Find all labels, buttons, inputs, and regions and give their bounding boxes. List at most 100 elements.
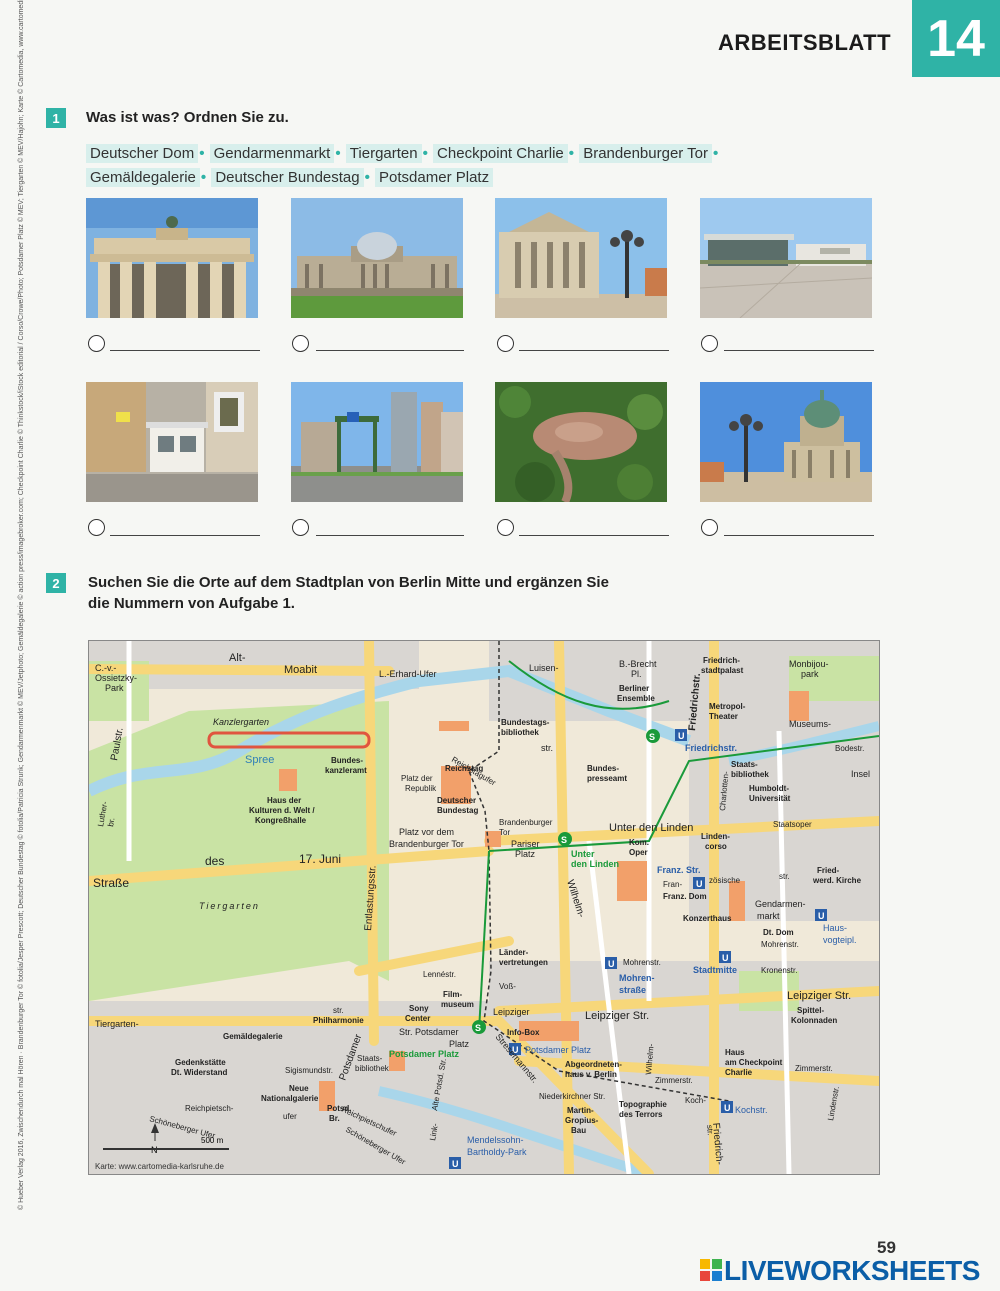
map-label: str. xyxy=(705,1124,715,1135)
map-label: Zimmerstr. xyxy=(655,1076,693,1085)
word-item: Gendarmenmarkt xyxy=(209,144,335,163)
map-label: Humboldt- xyxy=(749,784,789,793)
answer-radio[interactable] xyxy=(88,519,105,536)
word-item: Tiergarten xyxy=(345,144,422,163)
map-label: Topographie xyxy=(619,1100,667,1109)
map-label: Straße xyxy=(93,876,129,890)
svg-text:S: S xyxy=(475,1023,481,1033)
map-label: Zimmerstr. xyxy=(795,1064,833,1073)
answer-line[interactable] xyxy=(316,350,464,351)
svg-text:S: S xyxy=(561,835,567,845)
map-label: Republik xyxy=(405,784,437,793)
svg-text:U: U xyxy=(696,879,703,889)
brandenburger-tor-photo xyxy=(86,198,258,318)
map-label: Spittel- xyxy=(797,1006,824,1015)
brand-name: LIVEWORKSHEETS xyxy=(724,1255,980,1286)
map-label: Neue xyxy=(289,1084,309,1093)
map-label: vertretungen xyxy=(499,958,548,967)
answer-line[interactable] xyxy=(519,350,669,351)
map-label: markt xyxy=(757,911,780,921)
map-label: B.-Brecht xyxy=(619,659,657,669)
map-label: Charlie xyxy=(725,1068,753,1077)
answer-radio[interactable] xyxy=(701,335,718,352)
map-label: Leipziger xyxy=(493,1007,530,1017)
answer-line[interactable] xyxy=(724,535,874,536)
answer-radio[interactable] xyxy=(701,519,718,536)
svg-text:S: S xyxy=(649,732,655,742)
svg-text:U: U xyxy=(722,953,729,963)
map-label: Haus- xyxy=(823,923,847,933)
map-label: Kronenstr. xyxy=(761,966,797,975)
map-label: Voß- xyxy=(499,982,516,991)
map-label: Mohrenstr. xyxy=(623,958,661,967)
answer-radio[interactable] xyxy=(497,335,514,352)
answer-radio[interactable] xyxy=(292,519,309,536)
map-label: Unter xyxy=(571,849,595,859)
answer-radio[interactable] xyxy=(292,335,309,352)
map-label: des xyxy=(205,854,224,868)
map-label: Mohrenstr. xyxy=(761,940,799,949)
map-label: presseamt xyxy=(587,774,627,783)
map-label: Reichpietsch- xyxy=(185,1104,234,1113)
map-label: br. xyxy=(106,817,116,827)
answer-radio[interactable] xyxy=(497,519,514,536)
map-label: Tiergarten- xyxy=(95,1019,139,1029)
map-label: Info-Box xyxy=(507,1028,540,1037)
map-label: Kulturen d. Welt / xyxy=(249,806,315,815)
potsdamer-platz-photo xyxy=(291,382,463,502)
map-label: Brandenburger Tor xyxy=(389,839,464,849)
answer-line[interactable] xyxy=(724,350,874,351)
map-label: Bartholdy-Park xyxy=(467,1147,527,1157)
map-label: Park xyxy=(105,683,124,693)
map-label: Center xyxy=(405,1014,430,1023)
map-label: C.-v.- xyxy=(95,663,116,673)
map-label: Theater xyxy=(709,712,738,721)
svg-text:U: U xyxy=(724,1103,731,1113)
map-label: Tiergarten xyxy=(199,901,260,911)
answer-line[interactable] xyxy=(519,535,669,536)
map-label: Berliner xyxy=(619,684,649,693)
map-label: Gropius- xyxy=(565,1116,599,1125)
map-label: Platz xyxy=(515,849,536,859)
answer-line[interactable] xyxy=(110,535,260,536)
map-label: str. xyxy=(333,1006,344,1015)
map-label: Dt. Dom xyxy=(763,928,794,937)
map-label: am Checkpoint xyxy=(725,1058,783,1067)
answer-line[interactable] xyxy=(316,535,464,536)
map-label: corso xyxy=(705,842,727,851)
map-label: stadtpalast xyxy=(701,666,744,675)
deutscher-dom-photo xyxy=(700,382,872,502)
map-label: Film- xyxy=(443,990,462,999)
map-label: vogteipl. xyxy=(823,935,857,945)
answer-radio[interactable] xyxy=(88,335,105,352)
map-label: Kanzlergarten xyxy=(213,717,269,727)
map-label: Haus xyxy=(725,1048,745,1057)
map-label: bibliothek xyxy=(731,770,769,779)
map-label: Haus der xyxy=(267,796,301,805)
map-label: Potsdamer Platz xyxy=(525,1045,592,1055)
map-label: Dt. Widerstand xyxy=(171,1068,227,1077)
word-item: Checkpoint Charlie xyxy=(433,144,568,163)
map-label: Bundestag xyxy=(437,806,478,815)
map-label: Sony xyxy=(409,1004,429,1013)
map-label: L.-Erhard-Ufer xyxy=(379,669,437,679)
checkpoint-charlie-photo xyxy=(86,382,258,502)
map-label: Koch- xyxy=(685,1096,706,1105)
map-label: museum xyxy=(441,1000,474,1009)
map-label: Deutscher xyxy=(437,796,476,805)
exercise-instruction: Was ist was? Ordnen Sie zu. xyxy=(86,109,289,126)
map-label: Luisen- xyxy=(529,663,559,673)
map-label: bibliothek xyxy=(501,728,539,737)
map-label: Unter den Linden xyxy=(609,822,693,834)
city-map: S S S U U U U U U U U Alt- Moabit C.-v.-… xyxy=(88,640,880,1175)
map-label: Platz vor dem xyxy=(399,827,454,837)
map-label: straße xyxy=(619,985,646,995)
map-label: Philharmonie xyxy=(313,1016,364,1025)
map-label: des Terrors xyxy=(619,1110,663,1119)
map-label: Franz. Str. xyxy=(657,865,701,875)
map-label: Spree xyxy=(245,754,274,766)
answer-line[interactable] xyxy=(110,350,260,351)
map-label: Leipziger Str. xyxy=(787,990,851,1002)
map-label: zösische xyxy=(709,876,741,885)
map-label: 17. Juni xyxy=(299,852,341,866)
